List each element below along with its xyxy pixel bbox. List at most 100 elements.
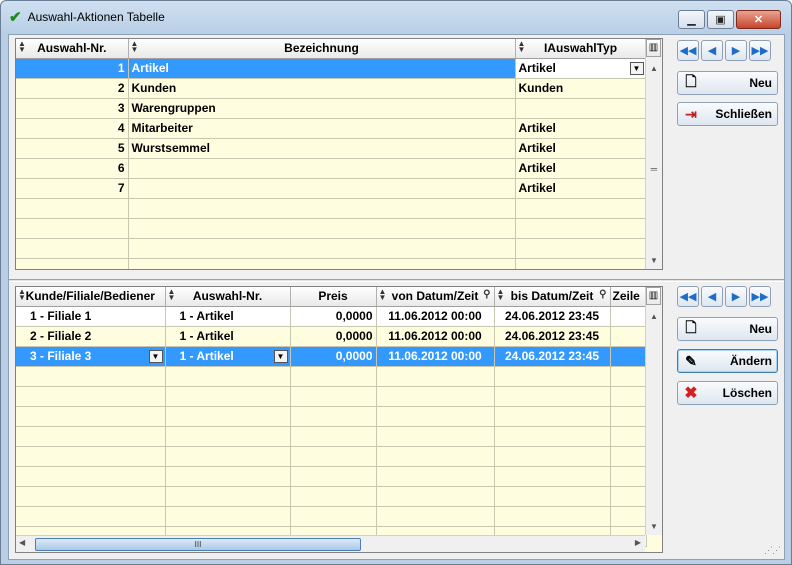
table-row[interactable]: 7 Artikel <box>16 178 647 199</box>
column-header-preis[interactable]: Preis <box>290 287 377 307</box>
cell-bezeichnung[interactable]: Kunden <box>128 78 516 99</box>
scroll-down-icon[interactable]: ▼ <box>646 253 662 269</box>
edit-button[interactable]: ✎ Ändern <box>677 349 778 373</box>
empty-row[interactable] <box>16 506 647 527</box>
cell-typ[interactable]: Artikel <box>515 138 647 159</box>
prev-record-button[interactable]: ◀ <box>701 286 723 307</box>
first-record-button[interactable]: ◀◀ <box>677 286 699 307</box>
dropdown-arrow-icon[interactable]: ▼ <box>148 349 163 363</box>
scroll-right-icon[interactable]: ▶ <box>635 538 641 547</box>
minimize-button[interactable]: ▁ <box>678 10 705 29</box>
cell-preis[interactable]: 0,0000 <box>290 326 377 347</box>
empty-row[interactable] <box>16 238 647 259</box>
table-row[interactable]: 2 - Filiale 2 1 - Artikel 0,0000 11.06.2… <box>16 326 647 347</box>
next-record-button[interactable]: ▶ <box>725 286 747 307</box>
cell-kunde[interactable]: 3 - Filiale 3 ▼ <box>16 346 166 367</box>
table-row[interactable]: 1 Artikel Artikel ▼ <box>16 58 647 79</box>
cell-typ[interactable]: Artikel <box>515 178 647 199</box>
cell-kunde[interactable]: 2 - Filiale 2 <box>16 326 166 347</box>
cell-bis[interactable]: 24.06.2012 23:45 <box>494 326 611 347</box>
cell-zeile[interactable] <box>610 306 647 327</box>
scroll-down-icon[interactable]: ▼ <box>646 519 662 535</box>
cell-typ[interactable]: Artikel <box>515 158 647 179</box>
table-row[interactable]: 3 Warengruppen <box>16 98 647 119</box>
scroll-up-icon[interactable]: ▲ <box>646 309 662 325</box>
table-row[interactable]: 4 Mitarbeiter Artikel <box>16 118 647 139</box>
cell-typ[interactable]: Artikel <box>515 118 647 139</box>
first-record-button[interactable]: ◀◀ <box>677 40 699 61</box>
cell-nr[interactable]: 3 <box>16 98 129 119</box>
cell-auswahl[interactable]: 1 - Artikel ▼ <box>165 346 291 367</box>
cell-nr[interactable]: 6 <box>16 158 129 179</box>
scroll-up-icon[interactable]: ▲ <box>646 61 662 77</box>
table-row[interactable]: 5 Wurstsemmel Artikel <box>16 138 647 159</box>
cell-nr[interactable]: 4 <box>16 118 129 139</box>
top-grid-vertical-scrollbar[interactable]: ▥ ▲ ═ ▼ <box>645 39 662 269</box>
column-header-iauswahltyp[interactable]: ▲ ▼ IAuswahlTyp <box>515 39 647 59</box>
column-header-bis-datum[interactable]: ▲ ▼ bis Datum/Zeit ⚲ <box>494 287 611 307</box>
empty-row[interactable] <box>16 406 647 427</box>
top-new-button[interactable]: 🗋 Neu <box>677 71 778 95</box>
cell-bezeichnung[interactable] <box>128 178 516 199</box>
maximize-button[interactable]: ▣ <box>707 10 734 29</box>
cell-bezeichnung[interactable]: Mitarbeiter <box>128 118 516 139</box>
dropdown-arrow-icon[interactable]: ▼ <box>273 349 288 363</box>
cell-kunde[interactable]: 1 - Filiale 1 <box>16 306 166 327</box>
column-header-kunde[interactable]: ▲ ▼ Kunde/Filiale/Bediener <box>16 287 166 307</box>
table-row[interactable]: 1 - Filiale 1 1 - Artikel 0,0000 11.06.2… <box>16 306 647 327</box>
empty-row[interactable] <box>16 386 647 407</box>
cell-von[interactable]: 11.06.2012 00:00 <box>376 346 495 367</box>
cell-typ[interactable]: Artikel ▼ <box>515 58 647 79</box>
cell-typ[interactable] <box>515 98 647 119</box>
prev-record-button[interactable]: ◀ <box>701 40 723 61</box>
cell-auswahl[interactable]: 1 - Artikel <box>165 306 291 327</box>
column-chooser-icon[interactable]: ▥ <box>646 287 661 305</box>
empty-row[interactable] <box>16 486 647 507</box>
cell-bezeichnung[interactable]: Warengruppen <box>128 98 516 119</box>
cell-von[interactable]: 11.06.2012 00:00 <box>376 306 495 327</box>
empty-row[interactable] <box>16 466 647 487</box>
column-header-auswahl-nr[interactable]: ▲ ▼ Auswahl-Nr. <box>16 39 129 59</box>
next-record-button[interactable]: ▶ <box>725 40 747 61</box>
resize-grip-icon[interactable]: ⋰⋰ <box>764 545 781 556</box>
column-header-zeile[interactable]: Zeile <box>610 287 647 307</box>
cell-zeile[interactable] <box>610 346 647 367</box>
column-chooser-icon[interactable]: ▥ <box>646 39 661 57</box>
column-header-bezeichnung[interactable]: ▲ ▼ Bezeichnung <box>128 39 516 59</box>
cell-bezeichnung[interactable] <box>128 158 516 179</box>
cell-typ[interactable]: Kunden <box>515 78 647 99</box>
cell-bezeichnung[interactable]: Artikel <box>128 58 516 79</box>
delete-button[interactable]: ✖ Löschen <box>677 381 778 405</box>
cell-bis[interactable]: 24.06.2012 23:45 <box>494 306 611 327</box>
cell-auswahl[interactable]: 1 - Artikel <box>165 326 291 347</box>
cell-zeile[interactable] <box>610 326 647 347</box>
dropdown-arrow-icon[interactable]: ▼ <box>629 61 644 75</box>
empty-row[interactable] <box>16 366 647 387</box>
search-icon[interactable]: ⚲ <box>483 289 490 300</box>
cell-preis[interactable]: 0,0000 <box>290 346 377 367</box>
empty-row[interactable] <box>16 198 647 219</box>
cell-bezeichnung[interactable]: Wurstsemmel <box>128 138 516 159</box>
close-button[interactable]: ✕ <box>736 10 781 29</box>
column-header-auswahl-nr[interactable]: ▲ ▼ Auswahl-Nr. <box>165 287 291 307</box>
search-icon[interactable]: ⚲ <box>599 289 606 300</box>
table-row[interactable]: 3 - Filiale 3 ▼ 1 - Artikel ▼ 0,0000 11.06… <box>16 346 647 367</box>
bottom-new-button[interactable]: 🗋 Neu <box>677 317 778 341</box>
cell-nr[interactable]: 1 <box>16 58 129 79</box>
horizontal-scroll-thumb[interactable]: III <box>35 538 361 551</box>
empty-row[interactable] <box>16 218 647 239</box>
last-record-button[interactable]: ▶▶ <box>749 40 771 61</box>
panel-splitter[interactable] <box>9 279 784 282</box>
cell-preis[interactable]: 0,0000 <box>290 306 377 327</box>
empty-row[interactable] <box>16 258 647 269</box>
column-header-von-datum[interactable]: ▲ ▼ von Datum/Zeit ⚲ <box>376 287 495 307</box>
table-row[interactable]: 2 Kunden Kunden <box>16 78 647 99</box>
close-dialog-button[interactable]: ⇥ Schließen <box>677 102 778 126</box>
cell-bis[interactable]: 24.06.2012 23:45 <box>494 346 611 367</box>
bottom-grid-horizontal-scrollbar[interactable]: ◀ III ▶ <box>16 535 645 552</box>
cell-nr[interactable]: 5 <box>16 138 129 159</box>
bottom-grid-vertical-scrollbar[interactable]: ▥ ▲ ▼ <box>645 287 662 535</box>
table-row[interactable]: 6 Artikel <box>16 158 647 179</box>
empty-row[interactable] <box>16 446 647 467</box>
empty-row[interactable] <box>16 426 647 447</box>
